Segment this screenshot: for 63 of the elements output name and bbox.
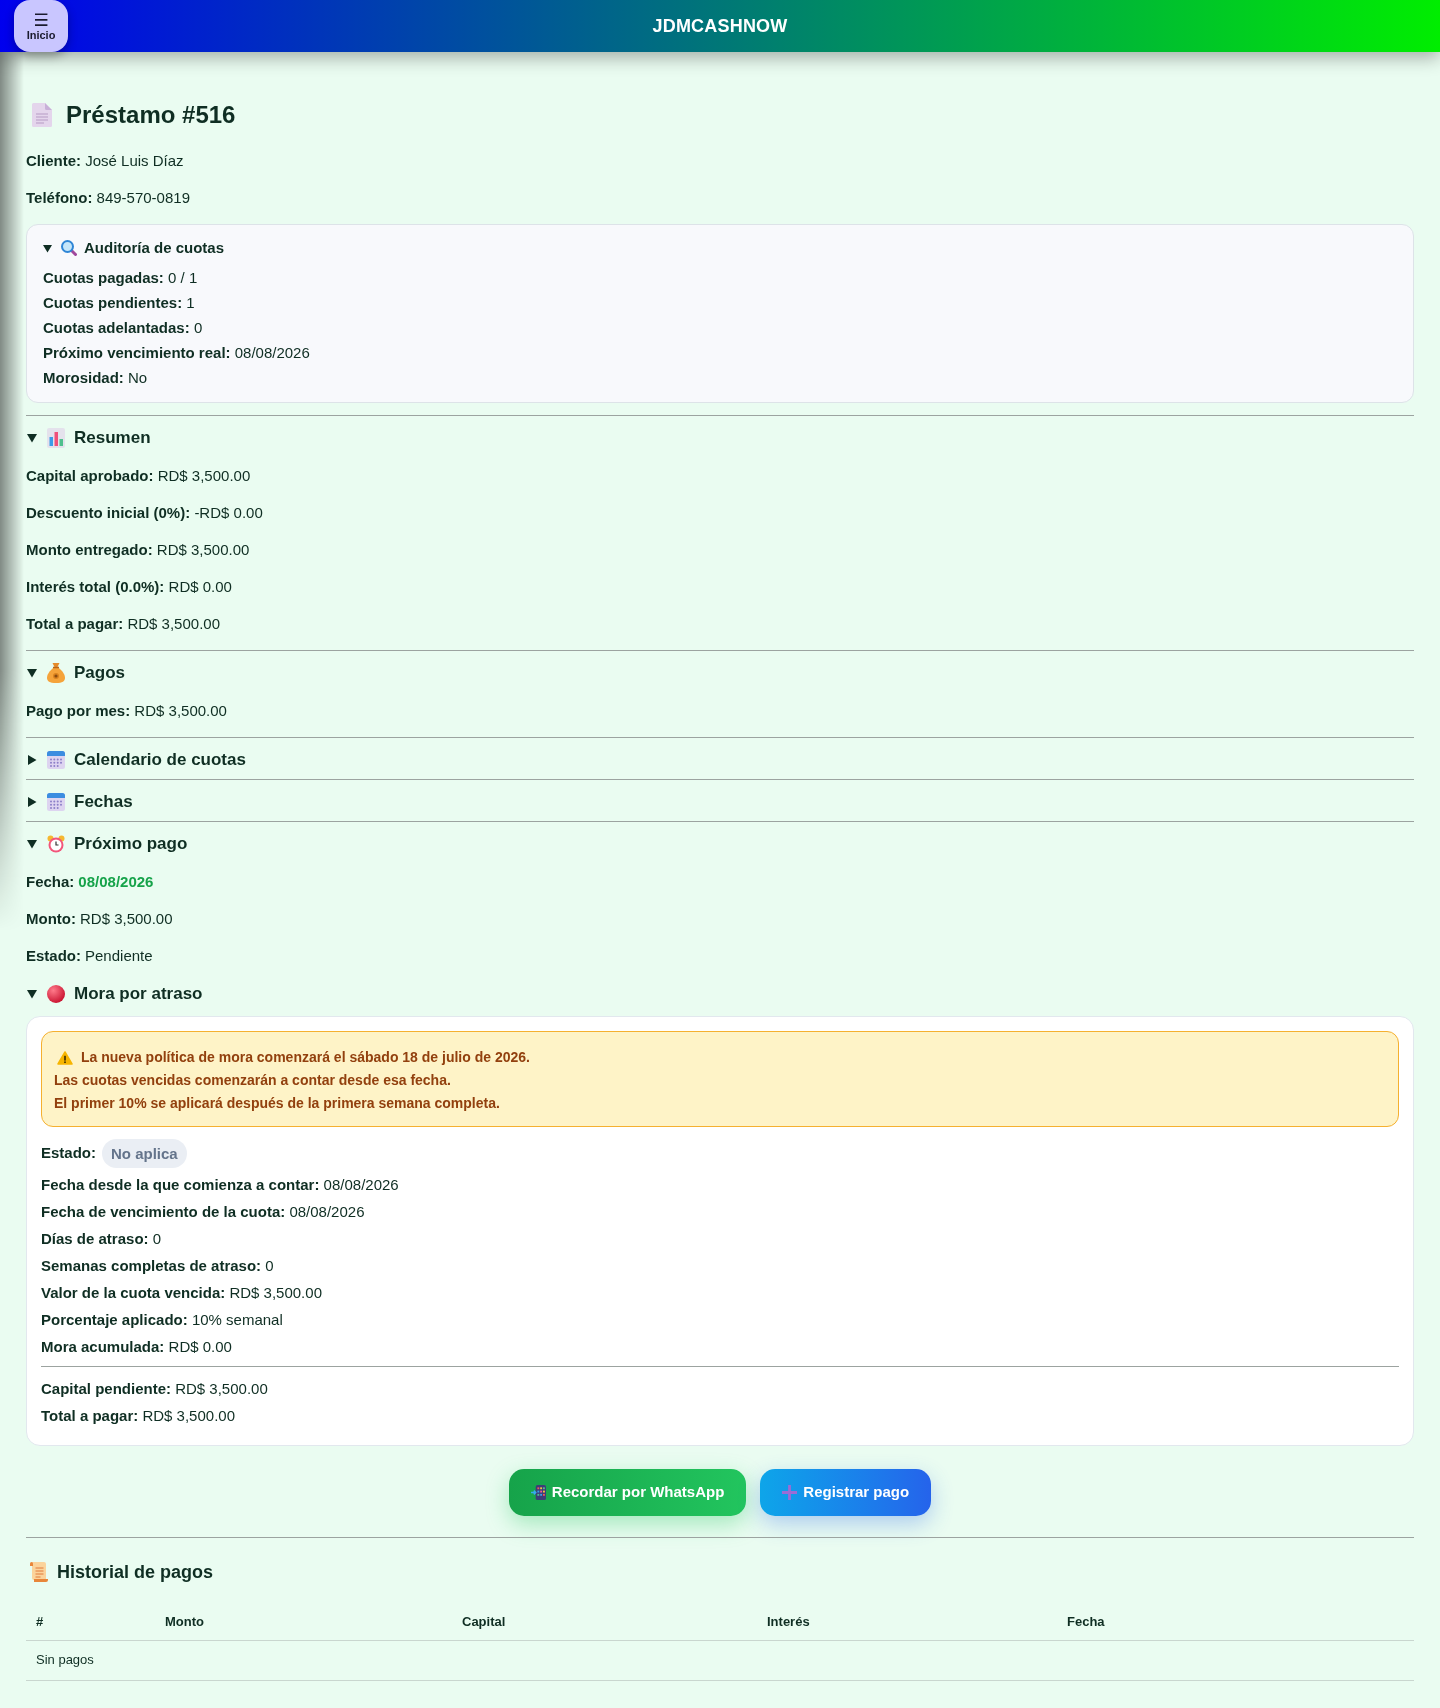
field-label: Monto:: [26, 909, 76, 929]
menu-button[interactable]: ☰ Inicio: [14, 0, 68, 52]
detail-text: Próximo vencimiento real: 08/08/2026: [43, 343, 310, 363]
brand-title: JDMCASHNOW: [652, 14, 788, 38]
magnifier-icon: [61, 240, 77, 256]
column-header: Monto: [155, 1604, 452, 1640]
column-header: #: [26, 1604, 155, 1640]
detail-text: Valor de la cuota vencida: RD$ 3,500.00: [41, 1283, 322, 1303]
section-toggle[interactable]: Calendario de cuotas: [27, 748, 246, 772]
status-label: Estado:: [41, 1143, 96, 1164]
section-toggle[interactable]: Mora por atraso: [27, 982, 203, 1006]
detail-text: Total a pagar: RD$ 3,500.00: [26, 614, 220, 634]
detail-text: Fecha de vencimiento de la cuota: 08/08/2026: [41, 1202, 365, 1222]
section-toggle[interactable]: Auditoría de cuotas: [43, 236, 225, 260]
bar-chart-icon: [47, 428, 65, 448]
warning-text: La nueva política de mora comenzará el sábado 18 de julio de 2026.: [81, 1048, 530, 1067]
calendar-icon: [47, 751, 65, 769]
history-title: Historial de pagos: [57, 1561, 214, 1584]
empty-table-message: Sin pagos: [26, 1640, 1414, 1680]
section-toggle[interactable]: Próximo pago: [27, 832, 188, 856]
detail-text: Teléfono: 849-570-0819: [26, 188, 190, 208]
status-badge: No aplica: [102, 1139, 187, 1168]
column-header: Fecha: [1057, 1604, 1414, 1640]
detail-text: Monto entregado: RD$ 3,500.00: [26, 540, 250, 560]
ball-icon: [47, 985, 65, 1003]
loan-title: Préstamo #516: [66, 100, 236, 130]
section-toggle[interactable]: Resumen: [27, 426, 151, 450]
field-label: Estado:: [26, 946, 81, 966]
detail-text: Morosidad: No: [43, 368, 148, 388]
phone-arrow-icon: [530, 1485, 546, 1500]
warning-text: Las cuotas vencidas comenzarán a contar desde esa fecha.: [54, 1071, 451, 1090]
field-value: 08/08/2026: [78, 872, 154, 892]
detail-text: Capital pendiente: RD$ 3,500.00: [41, 1379, 268, 1399]
column-header: Interés: [757, 1604, 1057, 1640]
detail-text: Total a pagar: RD$ 3,500.00: [41, 1406, 235, 1426]
money-bag-icon: [47, 663, 65, 683]
detail-text: Capital aprobado: RD$ 3,500.00: [26, 466, 251, 486]
warning-icon: [57, 1050, 73, 1065]
detail-text: Fecha desde la que comienza a contar: 08/08/2026: [41, 1175, 399, 1195]
detail-text: Semanas completas de atraso: 0: [41, 1256, 274, 1276]
plus-icon: [782, 1485, 798, 1500]
detail-text: Días de atraso: 0: [41, 1229, 162, 1249]
alarm-clock-icon: [47, 835, 65, 853]
section-toggle[interactable]: Fechas: [27, 790, 133, 814]
section-toggle[interactable]: Pagos: [27, 661, 126, 685]
detail-text: Descuento inicial (0%): -RD$ 0.00: [26, 503, 263, 523]
detail-text: Cuotas adelantadas: 0: [43, 318, 203, 338]
register-payment-button[interactable]: Registrar pago: [760, 1469, 932, 1516]
warning-text: El primer 10% se aplicará después de la primera semana completa.: [54, 1094, 500, 1113]
detail-text: Pago por mes: RD$ 3,500.00: [26, 701, 227, 721]
calendar-icon: [47, 793, 65, 811]
document-icon: [32, 103, 52, 127]
detail-text: Cuotas pagadas: 0 / 1: [43, 268, 198, 288]
column-header: Capital: [452, 1604, 757, 1640]
detail-text: Cuotas pendientes: 1: [43, 293, 195, 313]
field-label: Fecha:: [26, 872, 75, 892]
field-value: Pendiente: [85, 946, 153, 966]
detail-text: Interés total (0.0%): RD$ 0.00: [26, 577, 232, 597]
scroll-icon: [30, 1562, 48, 1582]
field-value: RD$ 3,500.00: [80, 909, 173, 929]
detail-text: Porcentaje aplicado: 10% semanal: [41, 1310, 283, 1330]
detail-text: Mora acumulada: RD$ 0.00: [41, 1337, 232, 1357]
detail-text: Cliente: José Luis Díaz: [26, 151, 184, 171]
